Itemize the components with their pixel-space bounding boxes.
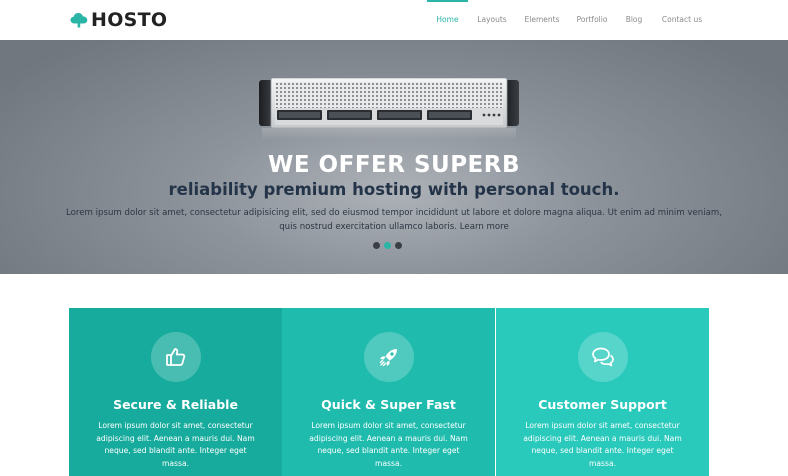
hero-title: WE OFFER SUPERB	[267, 152, 521, 178]
nav-layouts[interactable]: Layouts	[472, 0, 512, 40]
hero-body: Lorem ipsum dolor sit amet, consectetur …	[66, 208, 722, 232]
feature-title: Quick & Super Fast	[321, 397, 456, 412]
hero-slider: WE OFFER SUPERB reliability premium host…	[0, 40, 788, 274]
server-reflection	[262, 128, 516, 140]
slider-dot-1[interactable]	[373, 242, 380, 249]
learn-more-link[interactable]: Learn more	[460, 222, 509, 232]
feature-text: Lorem ipsum dolor sit amet, consectetur …	[96, 421, 255, 468]
feature-title: Customer Support	[538, 397, 667, 412]
slider-dot-3[interactable]	[395, 242, 402, 249]
feature-customer-support: Customer Support Lorem ipsum dolor sit a…	[496, 308, 709, 476]
hero-subtitle: reliability premium hosting with persona…	[168, 180, 620, 199]
site-header: HOSTO Home Layouts Elements Portfolio Bl…	[0, 0, 788, 40]
feature-text: Lorem ipsum dolor sit amet, consectetur …	[523, 421, 682, 468]
feature-icon-circle	[363, 332, 414, 382]
nav-portfolio[interactable]: Portfolio	[570, 0, 614, 40]
slider-dot-2[interactable]	[384, 242, 391, 249]
feature-title: Secure & Reliable	[113, 397, 238, 412]
cloud-tree-icon	[70, 12, 88, 28]
server-rack-image	[259, 77, 519, 129]
feature-icon-circle	[577, 332, 628, 382]
hero-text: Lorem ipsum dolor sit amet, consectetur …	[60, 206, 728, 234]
feature-secure-reliable: Secure & Reliable Lorem ipsum dolor sit …	[69, 308, 282, 476]
features-section: Secure & Reliable Lorem ipsum dolor sit …	[69, 308, 709, 476]
nav-elements[interactable]: Elements	[518, 0, 566, 40]
feature-text: Lorem ipsum dolor sit amet, consectetur …	[309, 421, 468, 468]
feature-quick-super-fast: Quick & Super Fast Lorem ipsum dolor sit…	[282, 308, 495, 476]
logo-text: HOSTO	[91, 9, 168, 31]
nav-blog[interactable]: Blog	[618, 0, 650, 40]
feature-icon-circle	[150, 332, 201, 382]
logo[interactable]: HOSTO	[70, 9, 168, 31]
nav-contact-us[interactable]: Contact us	[656, 0, 708, 40]
nav-home[interactable]: Home	[427, 0, 468, 40]
